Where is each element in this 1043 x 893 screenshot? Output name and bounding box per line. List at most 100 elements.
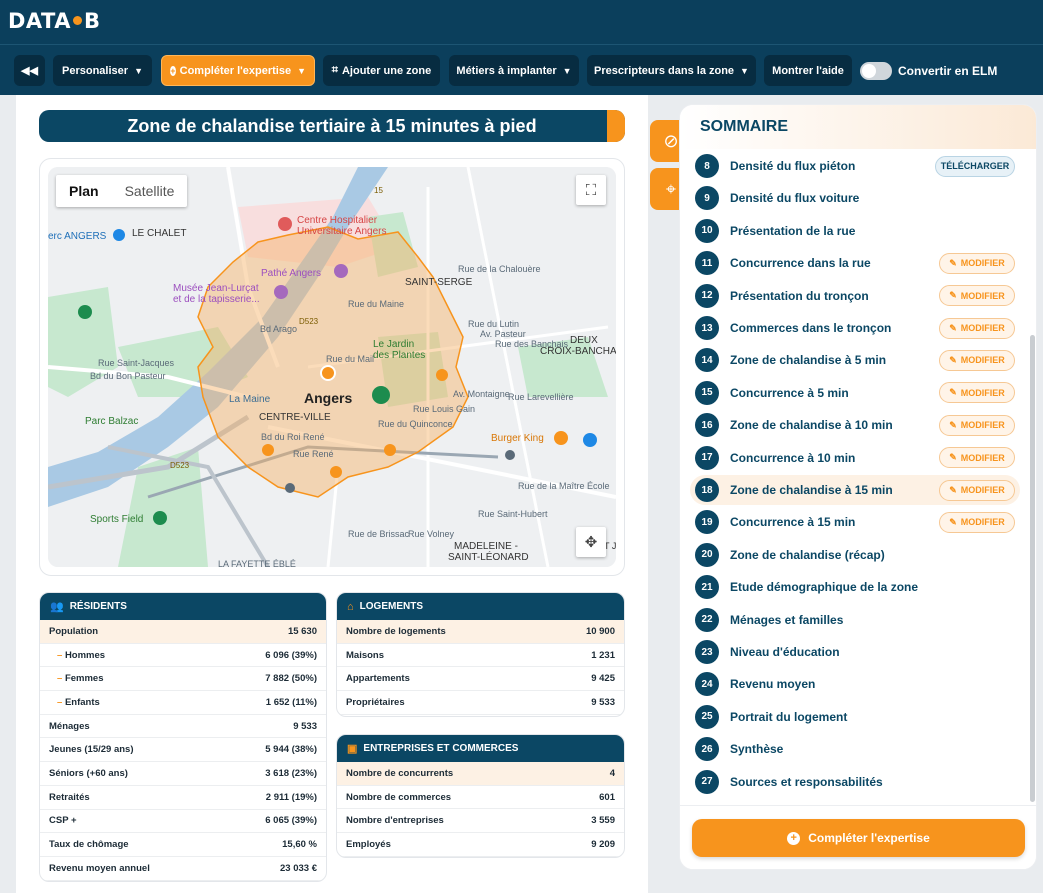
convertir-elm-toggle[interactable] [860, 62, 892, 80]
sommaire-item-23[interactable]: 23 Niveau d'éducation [690, 637, 1020, 667]
sommaire-panel: SOMMAIRE 8 Densité du flux piéton TÉLÉCHAR… [679, 104, 1037, 870]
sommaire-item-number: 14 [695, 348, 719, 373]
sommaire-item-10[interactable]: 10 Présentation de la rue [690, 216, 1020, 246]
row-label: Employés [346, 838, 391, 850]
row-value: 15,60 % [282, 839, 317, 851]
chevron-down-icon: ▼ [740, 65, 749, 76]
sommaire-item-15[interactable]: 15 Concurrence à 5 min ✎ MODIFIER [690, 378, 1020, 408]
sommaire-item-number: 25 [695, 704, 719, 729]
sommaire-item-25[interactable]: 25 Portrait du logement [690, 702, 1020, 732]
modifier-button[interactable]: ✎ MODIFIER [939, 414, 1015, 436]
sommaire-item-number: 17 [695, 445, 719, 470]
sommaire-scrollbar[interactable] [1030, 335, 1035, 802]
row-label: Taux de chômage [49, 839, 129, 851]
svg-text:Pathé Angers: Pathé Angers [261, 268, 321, 279]
edit-icon: ✎ [949, 452, 957, 463]
svg-text:Angers: Angers [304, 390, 352, 406]
sommaire-item-18[interactable]: 18 Zone de chalandise à 15 min ✎ MODIFIER [690, 475, 1020, 505]
svg-text:Bd Arago: Bd Arago [260, 324, 297, 334]
sommaire-item-21[interactable]: 21 Etude démographique de la zone [690, 572, 1020, 602]
personaliser-button[interactable]: Personaliser ▼ [53, 55, 152, 86]
map-card: Centre Hospitalier Universitaire Angers … [39, 158, 625, 576]
edit-icon: ✎ [949, 322, 957, 333]
modifier-button[interactable]: ✎ MODIFIER [939, 382, 1015, 404]
sommaire-item-12[interactable]: 12 Présentation du tronçon ✎ MODIFIER [690, 281, 1020, 311]
row-label: Population [49, 625, 99, 637]
ajouter-zone-button[interactable]: ⌗ Ajouter une zone [323, 55, 440, 86]
location-icon: ⌖ [665, 178, 677, 199]
sommaire-item-label: Zone de chalandise à 15 min [730, 483, 893, 497]
row-value: 4 [609, 767, 615, 779]
table-row: Jeunes (15/29 ans) 5 944 (38%) [40, 738, 326, 763]
fullscreen-button[interactable]: ⛶ [576, 175, 606, 205]
sommaire-item-26[interactable]: 26 Synthèse [690, 734, 1020, 764]
svg-text:15: 15 [374, 186, 383, 195]
sommaire-item-14[interactable]: 14 Zone de chalandise à 5 min ✎ MODIFIER [690, 345, 1020, 375]
sommaire-item-9[interactable]: 9 Densité du flux voiture [690, 183, 1020, 213]
sommaire-item-11[interactable]: 11 Concurrence dans la rue ✎ MODIFIER [690, 248, 1020, 278]
sommaire-item-8[interactable]: 8 Densité du flux piéton TÉLÉCHARGER [690, 151, 1020, 181]
svg-text:des Plantes: des Plantes [373, 350, 425, 361]
sommaire-item-13[interactable]: 13 Commerces dans le tronçon ✎ MODIFIER [690, 313, 1020, 343]
sommaire-item-19[interactable]: 19 Concurrence à 15 min ✎ MODIFIER [690, 507, 1020, 537]
modifier-button[interactable]: ✎ MODIFIER [939, 252, 1015, 274]
logo[interactable]: DATA B [8, 9, 101, 33]
sommaire-item-number: 11 [695, 251, 719, 276]
row-label: Femmes [49, 673, 104, 684]
sommaire-item-label: Sources et responsabilités [730, 774, 883, 789]
table-row: Enfants 1 652 (11%) [40, 691, 326, 715]
modifier-button[interactable]: ✎ MODIFIER [939, 349, 1015, 371]
row-value: 15 630 [287, 625, 317, 637]
modifier-button[interactable]: ✎ MODIFIER [939, 317, 1015, 339]
sommaire-item-20[interactable]: 20 Zone de chalandise (récap) [690, 540, 1020, 570]
pan-icon: ✥ [584, 534, 598, 551]
map[interactable]: Centre Hospitalier Universitaire Angers … [48, 167, 616, 567]
fullscreen-icon: ⛶ [585, 181, 597, 199]
sommaire-item-label: Zone de chalandise (récap) [730, 547, 885, 562]
row-label: Jeunes (15/29 ans) [49, 744, 134, 756]
collapse-button[interactable]: ◀◀ [14, 55, 45, 86]
home-icon: ⌂ [347, 600, 354, 613]
modifier-button[interactable]: ✎ MODIFIER [939, 479, 1015, 501]
modifier-button[interactable]: ✎ MODIFIER [939, 447, 1015, 469]
sommaire-item-22[interactable]: 22 Ménages et familles [690, 605, 1020, 635]
metiers-button[interactable]: Métiers à implanter ▼ [449, 55, 579, 86]
map-tab-satellite[interactable]: Satellite [112, 175, 188, 207]
sommaire-item-number: 20 [695, 542, 719, 567]
row-value: 3 559 [591, 815, 615, 827]
sommaire-list[interactable]: 8 Densité du flux piéton TÉLÉCHARGER 9 Densi… [680, 149, 1030, 805]
completer-expertise-cta[interactable]: + Compléter l'expertise [692, 819, 1025, 857]
sommaire-item-number: 9 [695, 186, 719, 211]
row-value: 6 096 (39%) [265, 649, 317, 661]
main-panel: Zone de chalandise tertiaire à 15 minute… [16, 95, 648, 893]
completer-expertise-button[interactable]: + Compléter l'expertise ▼ [161, 55, 315, 86]
modifier-button[interactable]: ✎ MODIFIER [939, 511, 1015, 533]
map-tab-plan[interactable]: Plan [56, 175, 112, 207]
svg-text:Musée Jean-Lurçat: Musée Jean-Lurçat [173, 283, 259, 294]
prescripteurs-button[interactable]: Prescripteurs dans la zone ▼ [587, 55, 756, 86]
convertir-elm-toggle-wrap: Convertir en ELM [860, 62, 997, 80]
sommaire-item-number: 24 [695, 672, 719, 697]
svg-text:Rue de Brissac: Rue de Brissac [348, 529, 410, 539]
row-value: 9 209 [591, 838, 615, 850]
map-pan-button[interactable]: ✥ [576, 527, 606, 557]
montrer-aide-button[interactable]: Montrer l'aide [764, 55, 852, 86]
row-label: Revenu moyen annuel [49, 862, 150, 874]
svg-text:MADELEINE -: MADELEINE - [454, 541, 518, 552]
telecharger-button[interactable]: TÉLÉCHARGER [935, 155, 1015, 177]
modifier-label: MODIFIER [960, 355, 1005, 366]
sommaire-item-16[interactable]: 16 Zone de chalandise à 10 min ✎ MODIFIER [690, 410, 1020, 440]
sommaire-item-24[interactable]: 24 Revenu moyen [690, 669, 1020, 699]
modifier-button[interactable]: ✎ MODIFIER [939, 285, 1015, 307]
row-value: 5 944 (38%) [265, 744, 317, 756]
row-label: Nombre de commerces [346, 791, 452, 803]
svg-text:Av. Pasteur: Av. Pasteur [480, 329, 526, 339]
svg-text:Rue René: Rue René [293, 449, 334, 459]
sommaire-item-number: 10 [695, 218, 719, 243]
sommaire-item-17[interactable]: 17 Concurrence à 10 min ✎ MODIFIER [690, 443, 1020, 473]
chevron-down-icon: ▼ [134, 65, 143, 76]
sommaire-item-27[interactable]: 27 Sources et responsabilités [690, 767, 1020, 797]
row-label: Propriétaires [346, 696, 405, 708]
svg-text:LE CHALET: LE CHALET [132, 228, 186, 239]
sommaire-item-label: Concurrence à 15 min [730, 515, 856, 530]
